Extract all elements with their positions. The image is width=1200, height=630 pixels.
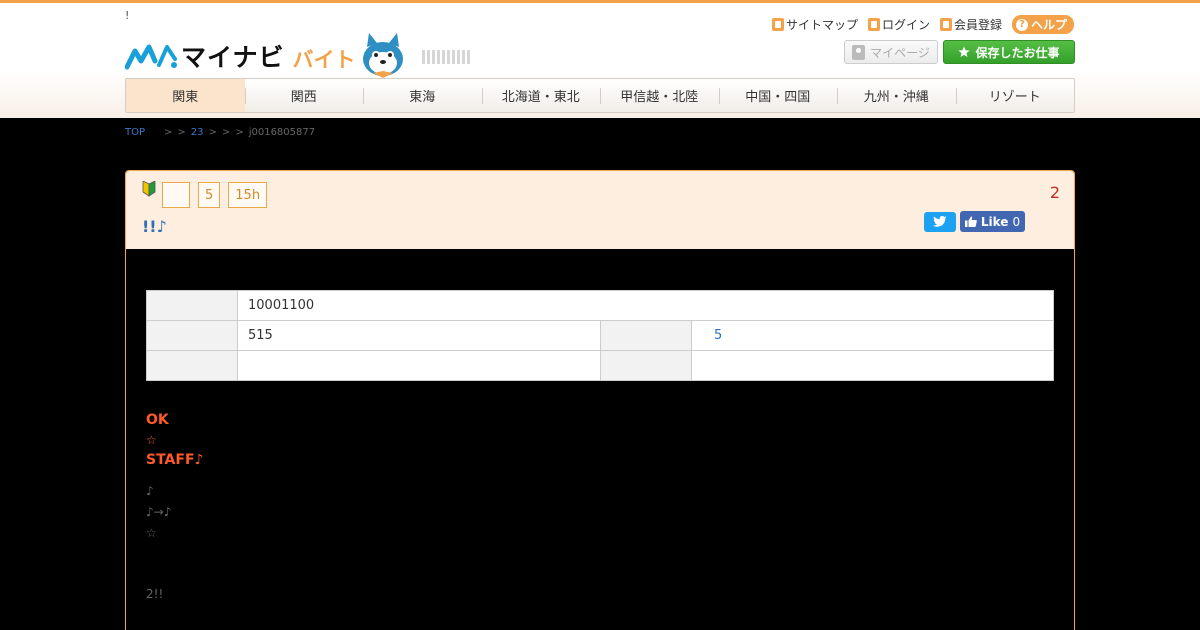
star-icon [958,46,971,57]
job-badge: 15h [228,182,268,208]
breadcrumb-separator: > [177,127,186,138]
breadcrumb: TOP > > 23 > > > j0016805877 [125,127,315,138]
site-header: ! マイナビ バイト サイトマップ ログイン 会員登録 ? ヘルプ マイページ … [0,0,1200,118]
table-header-cell [600,350,692,381]
header-links: サイトマップ ログイン 会員登録 ? ヘルプ [771,15,1074,34]
user-add-icon [939,18,952,31]
nav-item-koshinetsu-hokuriku[interactable]: 甲信越・北陸 [600,79,719,112]
help-label: ヘルプ [1030,18,1067,32]
job-card-header: 5 15h !!♪ 2 Like 0 [126,171,1074,249]
desc-line: ☆ [146,526,157,540]
sitemap-label: サイトマップ [785,18,858,32]
mypage-label: マイページ [870,45,930,60]
table-header-cell [146,290,238,321]
table-row [146,350,1054,381]
job-title: !!♪ [142,217,167,236]
job-description: ♪ ♪→♪ ☆ [146,481,171,544]
table-cell-link[interactable]: 5 [691,320,1054,351]
site-logo[interactable]: マイナビ バイト [125,39,356,73]
nav-item-tokai[interactable]: 東海 [363,79,482,112]
nav-item-hokkaido-tohoku[interactable]: 北海道・東北 [481,79,601,112]
job-card: 5 15h !!♪ 2 Like 0 10001100 515 5 OK ☆ S… [125,170,1075,630]
table-row: 515 5 [146,320,1054,351]
region-nav: 関東 関西 東海 北海道・東北 甲信越・北陸 中国・四国 九州・沖縄 リゾート [125,78,1075,113]
breadcrumb-job-id: j0016805877 [248,127,316,138]
desc-line: ♪→♪ [146,505,172,519]
breadcrumb-separator: > [221,127,231,138]
nav-item-chugoku-shikoku[interactable]: 中国・四国 [718,79,838,112]
table-cell: 10001100 [237,290,1054,321]
thumbs-up-icon [964,216,977,227]
table-header-cell [600,320,692,351]
saved-jobs-label: 保存したお仕事 [975,45,1060,60]
job-catchphrase: OK ☆ STAFF♪ [146,410,203,470]
sitemap-link[interactable]: サイトマップ [771,16,858,33]
mypage-button[interactable]: マイページ [844,40,938,64]
facebook-like-button[interactable]: Like 0 [960,211,1025,232]
lock-icon [867,18,880,31]
table-header-cell [146,320,238,351]
logo-text: マイナビ [181,43,285,72]
sitemap-icon [771,18,784,31]
twitter-bird-icon [933,216,947,227]
job-badge [162,182,190,208]
desc-line: 2!! [146,587,164,601]
login-label: ログイン [881,18,930,32]
login-link[interactable]: ログイン [867,16,930,33]
catch-line: STAFF♪ [146,452,204,468]
breadcrumb-separator: > [235,127,244,138]
question-icon: ? [1015,18,1028,31]
job-badges: 5 15h [162,182,268,208]
logo-subtext: バイト [292,48,356,72]
person-icon [852,44,866,60]
breadcrumb-top-link[interactable]: TOP [125,127,145,138]
decorative-bars [422,50,470,64]
table-cell: 515 [237,320,601,351]
job-badge: 5 [198,182,221,208]
register-label: 会員登録 [953,18,1002,32]
table-cell [237,350,601,381]
nav-item-resort[interactable]: リゾート [955,79,1075,112]
facebook-like-count: 0 [1012,214,1021,229]
catch-line: OK [146,412,169,428]
nav-item-kyushu-okinawa[interactable]: 九州・沖縄 [837,79,956,112]
help-button[interactable]: ? ヘルプ [1011,15,1074,34]
table-row: 10001100 [146,290,1054,321]
beginner-mark-icon [142,181,156,197]
saved-jobs-button[interactable]: 保存したお仕事 [943,40,1075,64]
tweet-button[interactable] [924,212,956,232]
facebook-like-label: Like [980,214,1009,229]
nav-item-kanto[interactable]: 関東 [126,79,245,112]
nav-item-kansai[interactable]: 関西 [244,79,364,112]
table-header-cell [146,350,238,381]
desc-line: ♪ [146,484,154,498]
mynavi-logo-mark-icon [125,44,177,70]
breadcrumb-separator: > [208,127,217,138]
job-number: 2 [1049,183,1060,202]
mascot-dog-icon [363,33,403,78]
table-cell [691,350,1054,381]
catch-line: ☆ [146,433,157,447]
job-card-body: 10001100 515 5 OK ☆ STAFF♪ ♪ ♪→♪ ☆ 2!! [126,249,1074,630]
breadcrumb-separator: > [164,127,173,138]
breadcrumb-count-link[interactable]: 23 [191,127,204,138]
header-tagline: ! [125,9,130,22]
job-info-table: 10001100 515 5 [146,290,1054,381]
register-link[interactable]: 会員登録 [939,16,1002,33]
